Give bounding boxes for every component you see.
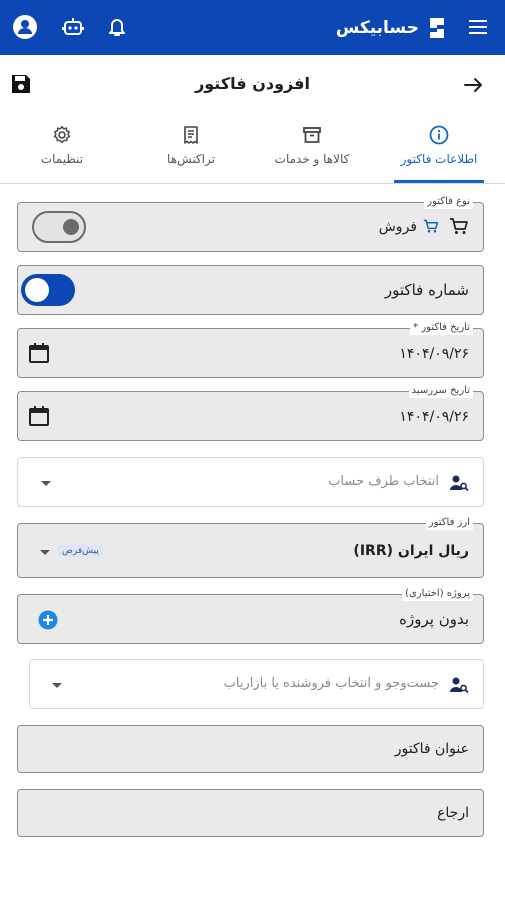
calendar-icon[interactable] (28, 405, 50, 427)
tab-invoice-info-label: اطلاعات فاکتور (400, 152, 478, 166)
active-tab-indicator (394, 180, 484, 183)
archive-box-icon (303, 127, 321, 143)
project-label: پروژه (اختیاری) (402, 587, 473, 601)
dropdown-caret-icon (52, 683, 62, 688)
seller-placeholder: جست‌وجو و انتخاب فروشنده یا بازاریاب (223, 676, 439, 691)
tab-settings[interactable]: تنظیمات (22, 124, 102, 184)
seller-search-select[interactable]: جست‌وجو و انتخاب فروشنده یا بازاریاب (29, 659, 484, 709)
assistant-robot-icon[interactable] (60, 14, 86, 40)
brand-name: حسابیکس (335, 18, 419, 38)
notifications-bell-icon[interactable] (104, 14, 130, 40)
default-badge: پیش‌فرض (58, 545, 103, 557)
project-field[interactable]: پروژه (اختیاری) بدون پروژه (17, 587, 484, 644)
tab-transactions[interactable]: تراکنش‌ها (148, 124, 234, 184)
invoice-date-label: تاریخ فاکتور * (410, 321, 473, 335)
tab-goods-services-label: کالاها و خدمات (274, 152, 350, 166)
dropdown-caret-icon (41, 481, 51, 486)
info-icon (429, 125, 449, 145)
due-date-label: تاریخ سررسید (408, 384, 473, 398)
invoice-number-auto-toggle[interactable] (21, 274, 75, 306)
currency-label: ارز فاکتور (425, 516, 473, 530)
tab-transactions-label: تراکنش‌ها (167, 152, 215, 166)
sale-cart-icon (423, 218, 439, 234)
dropdown-caret-icon (40, 550, 50, 555)
invoice-date-value: ۱۴۰۴/۰۹/۲۶ (399, 346, 469, 362)
tab-settings-label: تنظیمات (40, 152, 84, 166)
person-search-icon (449, 473, 469, 493)
switch-knob (63, 219, 79, 235)
person-search-icon (449, 675, 469, 695)
save-floppy-icon[interactable] (10, 73, 32, 95)
menu-icon[interactable] (465, 14, 491, 40)
currency-select[interactable]: ارز فاکتور ریال ایران (IRR) پیش‌فرض (17, 516, 484, 578)
account-select[interactable]: انتخاب طرف حساب (17, 457, 484, 507)
page-header: افزودن فاکتور (0, 60, 505, 110)
invoice-type-value: فروش (378, 219, 417, 235)
invoice-type-label: نوع فاکتور (424, 195, 473, 209)
tab-bar: اطلاعات فاکتور کالاها و خدمات تراکنش‌ها … (0, 120, 505, 184)
brand-logo-icon (430, 18, 444, 38)
invoice-date-field[interactable]: تاریخ فاکتور * ۱۴۰۴/۰۹/۲۶ (17, 321, 484, 378)
invoice-number-field[interactable]: شماره فاکتور (17, 265, 484, 315)
invoice-type-field[interactable]: نوع فاکتور فروش (17, 195, 484, 252)
calendar-icon[interactable] (28, 342, 50, 364)
reference-placeholder: ارجاع (437, 805, 469, 821)
invoice-title-placeholder: عنوان فاکتور (394, 741, 469, 757)
invoice-title-input[interactable]: عنوان فاکتور (17, 725, 484, 773)
due-date-value: ۱۴۰۴/۰۹/۲۶ (399, 409, 469, 425)
toggle-knob (25, 278, 49, 302)
brand: حسابیکس (336, 13, 447, 43)
receipt-icon (184, 126, 198, 144)
user-avatar-icon[interactable] (12, 14, 38, 40)
tab-goods-services[interactable]: کالاها و خدمات (262, 124, 362, 184)
cart-icon (449, 216, 469, 236)
project-value: بدون پروژه (399, 610, 469, 628)
app-bar: حسابیکس (0, 0, 505, 55)
page-title: افزودن فاکتور (195, 74, 310, 93)
gear-icon (53, 125, 71, 144)
invoice-number-label: شماره فاکتور (384, 281, 469, 299)
due-date-field[interactable]: تاریخ سررسید ۱۴۰۴/۰۹/۲۶ (17, 384, 484, 441)
reference-input[interactable]: ارجاع (17, 789, 484, 837)
currency-value: ریال ایران (IRR) (353, 543, 469, 559)
add-project-icon[interactable] (38, 610, 58, 630)
tab-invoice-info[interactable]: اطلاعات فاکتور (392, 124, 486, 184)
account-placeholder: انتخاب طرف حساب (328, 474, 439, 489)
invoice-type-switch[interactable] (32, 211, 86, 243)
